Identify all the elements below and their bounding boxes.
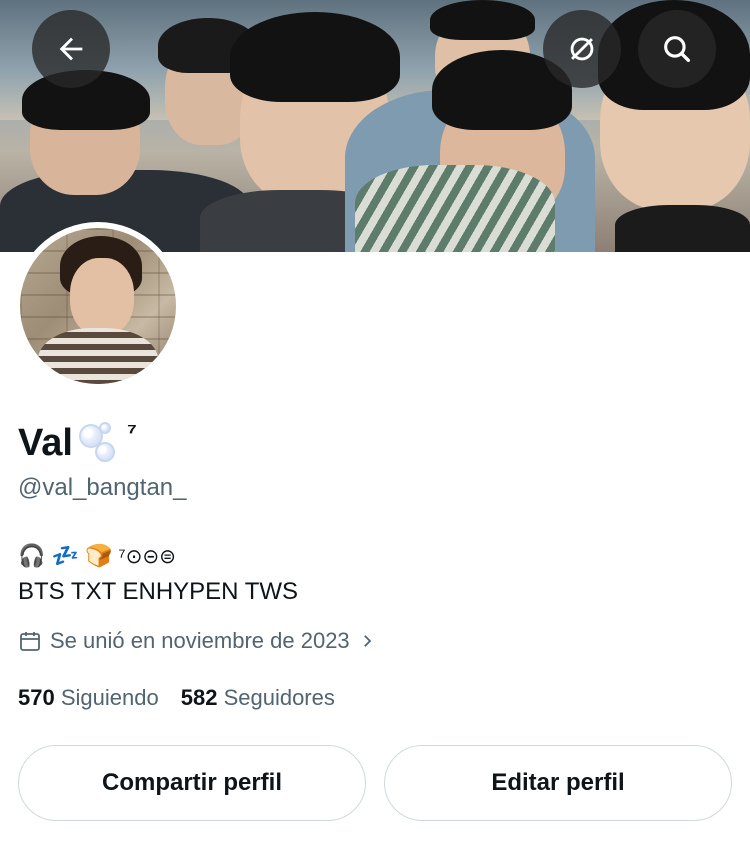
followers-label: Seguidores: [223, 685, 335, 710]
joined-date-row[interactable]: Se unió en noviembre de 2023: [18, 628, 376, 654]
avatar[interactable]: [20, 228, 176, 384]
bio-symbols: ⁷⊙⊝⊜: [118, 545, 176, 568]
profile-banner-image[interactable]: [0, 0, 750, 252]
followers-link[interactable]: 582 Seguidores: [181, 685, 335, 711]
bio-emoji-line: 🎧 💤 🍞 ⁷⊙⊝⊜: [18, 536, 176, 576]
bio-emojis: 🎧 💤 🍞: [18, 543, 113, 568]
banner-figure: [355, 165, 555, 252]
arrow-left-icon: [59, 37, 83, 61]
following-label: Siguiendo: [60, 685, 159, 710]
followers-count: 582: [180, 685, 218, 710]
no-translation-icon: [570, 37, 594, 61]
joined-date-text: Se unió en noviembre de 2023: [50, 628, 350, 653]
banner-figure: [615, 205, 750, 252]
search-icon: [664, 36, 691, 63]
translate-toggle-button[interactable]: [543, 10, 621, 88]
calendar-icon: [20, 632, 40, 651]
follow-stats: 570 Siguiendo 582 Seguidores: [18, 685, 335, 711]
profile-name: Val: [18, 422, 73, 464]
profile-name-suffix: ⁷: [126, 419, 137, 446]
bubbles-icon: [77, 420, 121, 464]
bio-text: BTS TXT ENHYPEN TWS: [18, 578, 299, 605]
banner-figure: [230, 12, 400, 102]
share-profile-button[interactable]: Compartir perfil: [18, 745, 366, 821]
banner-figure: [430, 0, 535, 40]
avatar-face: [70, 258, 134, 336]
profile-name-row: Val ⁷: [18, 420, 137, 466]
chevron-right-icon: [363, 635, 371, 647]
edit-profile-button[interactable]: Editar perfil: [384, 745, 732, 821]
avatar-shirt: [38, 328, 158, 384]
following-link[interactable]: 570 Siguiendo: [18, 685, 159, 711]
following-count: 570: [18, 685, 55, 710]
search-button[interactable]: [638, 10, 716, 88]
back-button[interactable]: [32, 10, 110, 88]
profile-handle: @val_bangtan_: [18, 474, 187, 501]
